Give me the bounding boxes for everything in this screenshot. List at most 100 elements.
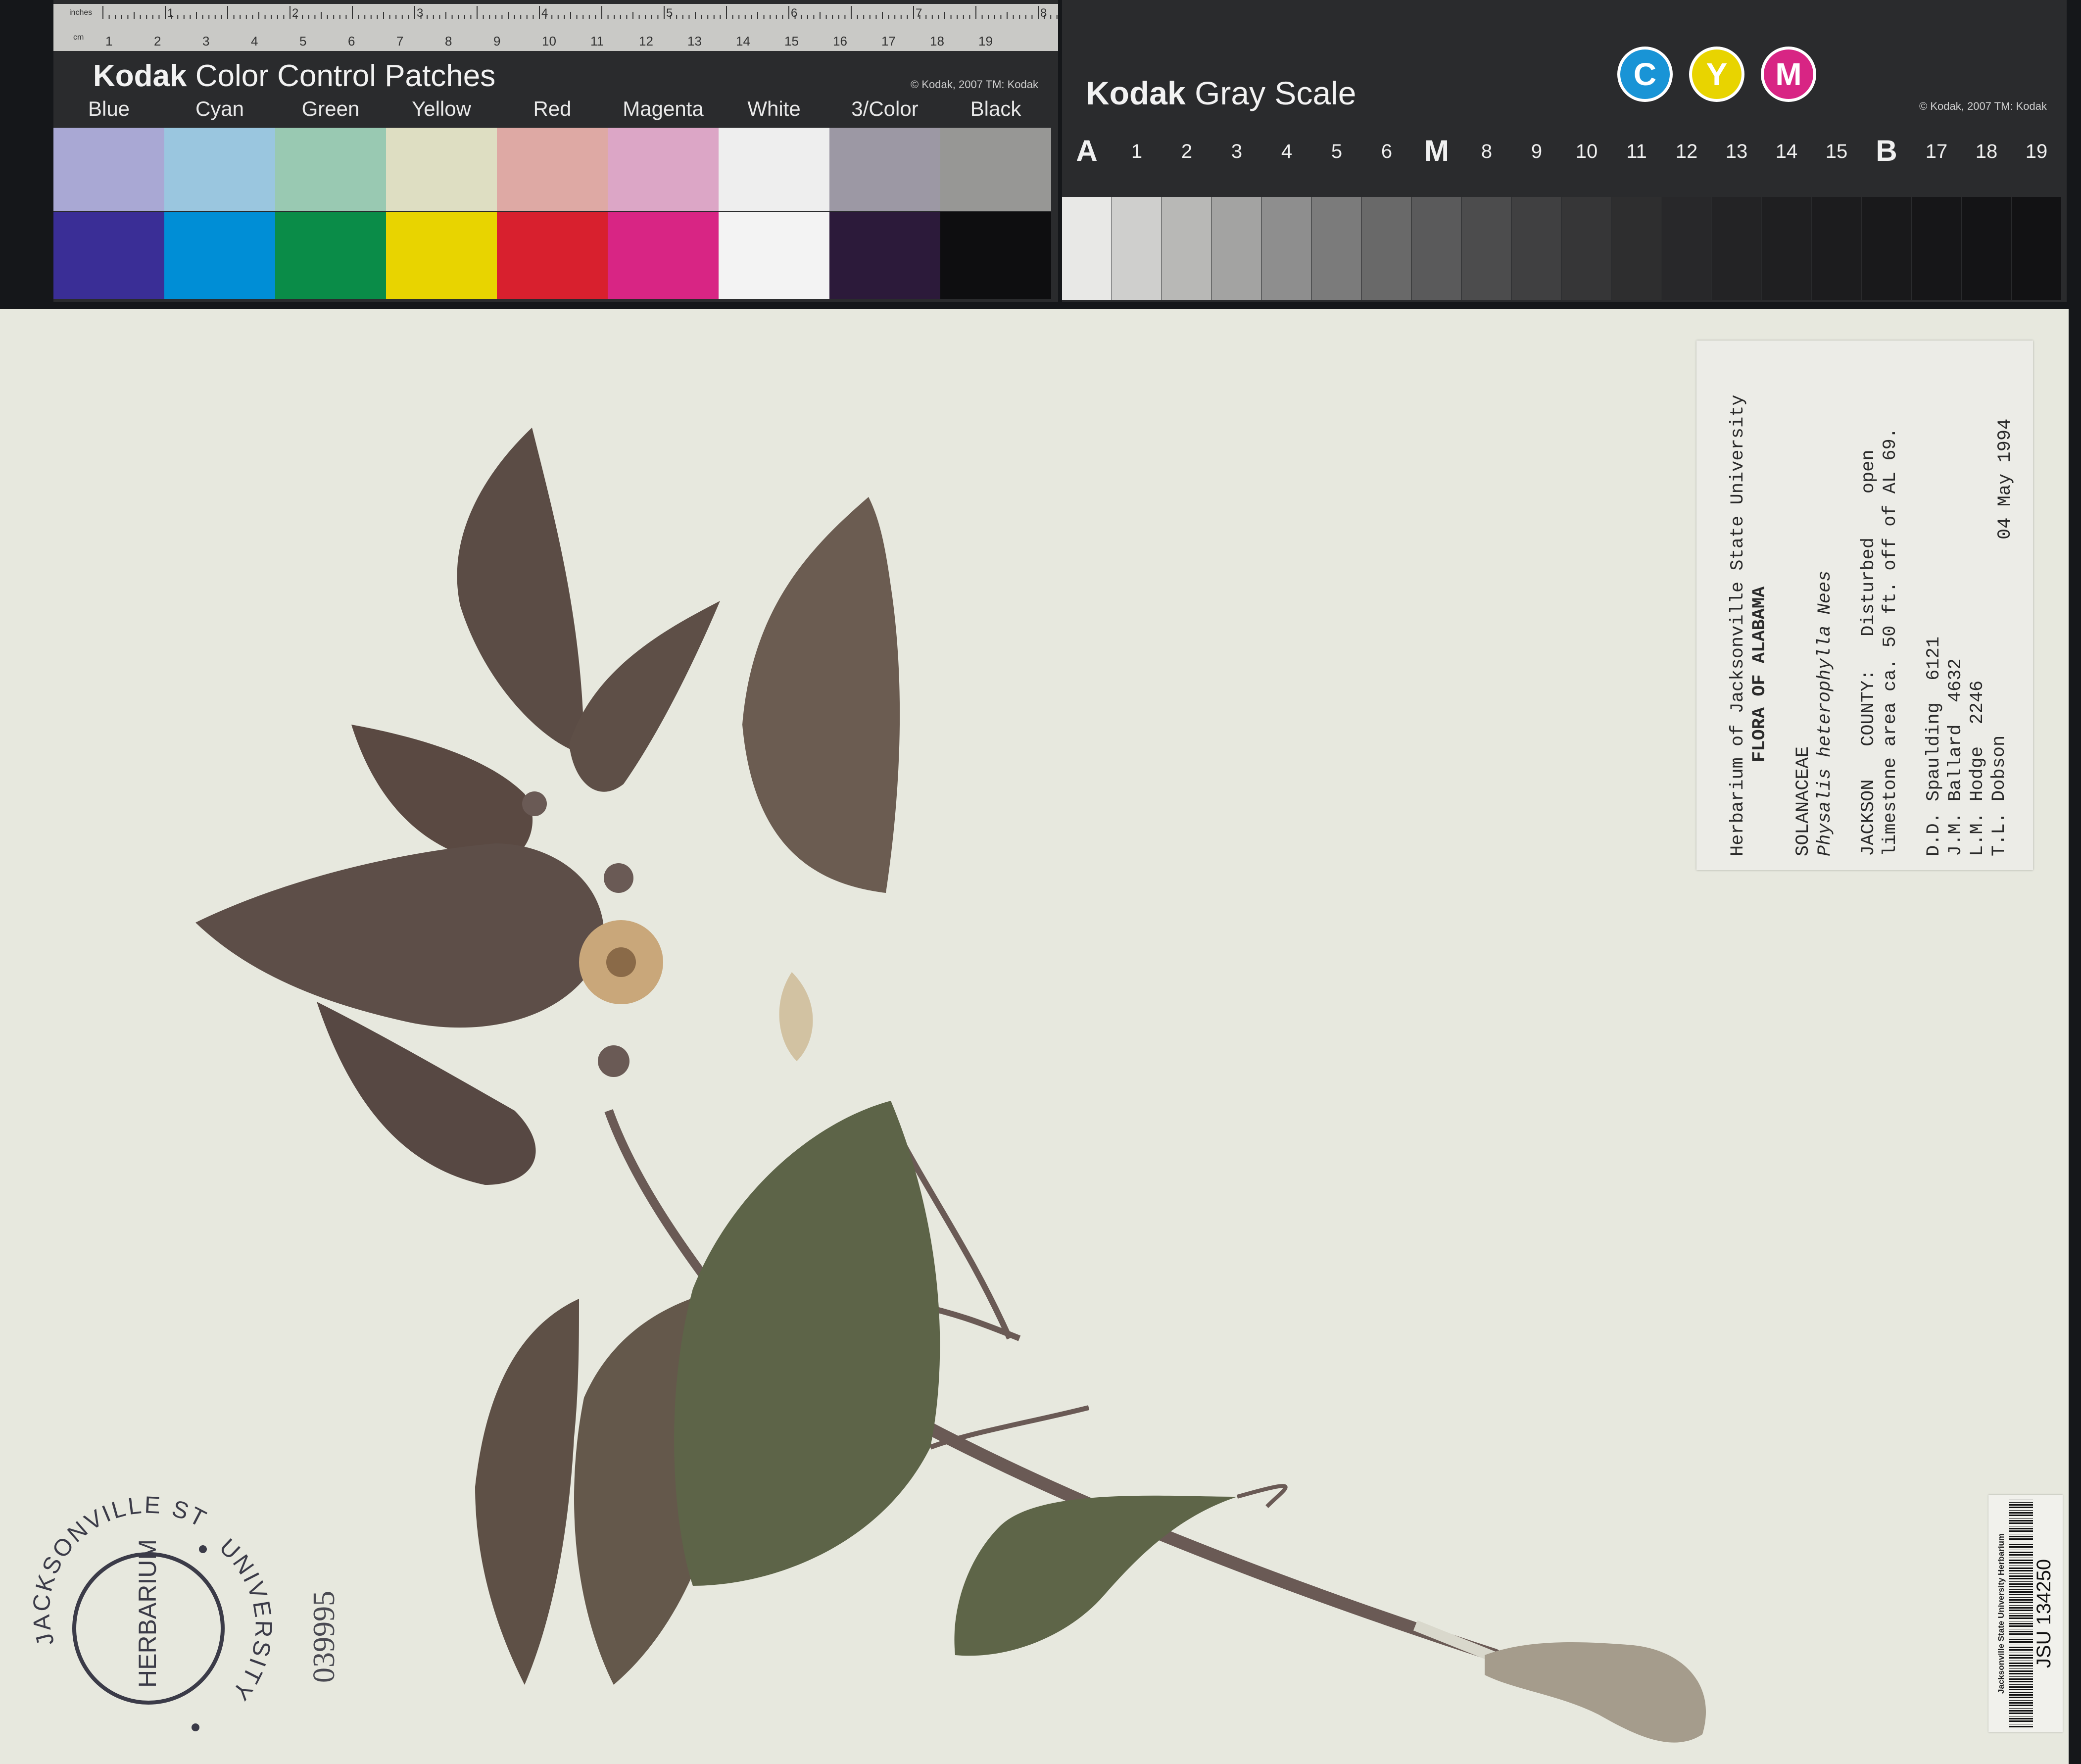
color-patch xyxy=(164,212,275,299)
ruler-cm-label: 6 xyxy=(348,34,355,49)
leaf xyxy=(954,1495,1237,1656)
color-card-copyright: © Kodak, 2007 TM: Kodak xyxy=(911,78,1038,91)
gray-step xyxy=(1662,197,1711,300)
collector-1: D.D. Spaulding 6121 xyxy=(1924,636,1944,856)
gray-step xyxy=(1162,197,1211,300)
kodak-logo: Kodak xyxy=(1086,75,1186,111)
gray-step xyxy=(1412,197,1461,300)
ruler-inch-label: 2 xyxy=(292,6,298,20)
cym-marker: M xyxy=(1764,49,1813,99)
collector-3: L.M. Hodge 2246 xyxy=(1967,680,1988,856)
gray-step-label: 10 xyxy=(1575,141,1598,162)
gray-step xyxy=(1462,197,1511,300)
calyx xyxy=(779,972,813,1061)
herbarium-name: Herbarium of Jacksonville State Universi… xyxy=(1728,394,1748,856)
ruler-cm-label: 4 xyxy=(251,34,258,49)
color-patch xyxy=(275,212,386,299)
patch-label: Red xyxy=(533,97,572,120)
ruler-cm-label: 19 xyxy=(978,34,993,49)
gray-step-label: 19 xyxy=(2025,141,2048,162)
gray-step-label: 14 xyxy=(1775,141,1798,162)
gray-step xyxy=(1062,197,1112,300)
gray-card-title-text: Gray Scale xyxy=(1195,75,1356,111)
color-card-title-text: Color Control Patches xyxy=(195,59,496,93)
ruler-cm-label: 15 xyxy=(784,34,799,49)
ruler-cm-label: 11 xyxy=(590,34,604,49)
ruler-cm-label: 9 xyxy=(493,34,500,49)
patch-label: Black xyxy=(970,97,1021,120)
gray-step xyxy=(1862,197,1911,300)
locality-line-2: limestone area ca. 50 ft. off of AL 69. xyxy=(1880,428,1901,856)
gray-step-label: 11 xyxy=(1626,141,1647,162)
gray-step-label: 18 xyxy=(1975,141,1998,162)
cym-marker: Y xyxy=(1692,49,1742,99)
gray-step xyxy=(1812,197,1861,300)
leaf xyxy=(742,497,900,893)
ruler-cm-label: 3 xyxy=(202,34,209,49)
ruler-inches-label: inches xyxy=(69,8,92,17)
svg-text:JACKSONVILLE STATE: JACKSONVILLE STATE xyxy=(20,1495,210,1649)
gray-step xyxy=(1962,197,2011,300)
color-patch xyxy=(829,128,940,211)
leaf xyxy=(457,428,584,754)
cym-marker: C xyxy=(1620,49,1670,99)
accession-number: 039995 xyxy=(307,1591,341,1683)
ruler-inch-label: 3 xyxy=(417,6,423,20)
gray-step xyxy=(1262,197,1311,300)
color-patch xyxy=(53,128,164,211)
color-patch xyxy=(164,128,275,211)
gray-step xyxy=(1762,197,1811,300)
gray-step xyxy=(1312,197,1361,300)
leaf xyxy=(475,1299,579,1685)
kodak-logo: Kodak xyxy=(93,59,187,93)
color-patch xyxy=(608,128,719,211)
color-patch xyxy=(608,212,719,299)
herbarium-stamp: JACKSONVILLE STATE UNIVERSITY HERBARIUM xyxy=(20,1495,275,1731)
color-patch xyxy=(829,212,940,299)
gray-step-label: 3 xyxy=(1231,141,1243,162)
root-mass xyxy=(1485,1642,1706,1743)
locality-line-1: JACKSON COUNTY: Disturbed open xyxy=(1858,449,1879,856)
gray-step xyxy=(1212,197,1261,300)
branch xyxy=(1236,1484,1288,1508)
gray-step-label: 4 xyxy=(1281,141,1293,162)
barcode-bars xyxy=(2009,1500,2033,1727)
flower-center xyxy=(606,947,636,977)
gray-step-label: 9 xyxy=(1531,141,1543,162)
patch-label: 3/Color xyxy=(851,97,919,120)
branch xyxy=(929,1405,1090,1450)
gray-step-label: 1 xyxy=(1131,141,1143,162)
collection-date: 04 May 1994 xyxy=(1995,418,2016,539)
color-patch xyxy=(719,128,829,211)
stamp-dot xyxy=(199,1545,207,1553)
stamp-center-text: HERBARIUM xyxy=(134,1539,161,1688)
ruler-cm-label: 1 xyxy=(105,34,112,49)
gray-step-label: 13 xyxy=(1725,141,1748,162)
collector-2: J.M. Ballard 4632 xyxy=(1945,658,1966,856)
gray-step-label: 2 xyxy=(1181,141,1193,162)
gray-step xyxy=(1112,197,1161,300)
color-patch xyxy=(940,212,1051,299)
ruler-inch-label: 4 xyxy=(541,6,548,20)
color-patch xyxy=(53,212,164,299)
gray-step-label: 15 xyxy=(1825,141,1848,162)
gray-step-label: M xyxy=(1424,134,1449,167)
patch-label: Cyan xyxy=(195,97,244,120)
ruler-cm-label: 8 xyxy=(445,34,452,49)
ruler-inch-label: 1 xyxy=(167,6,174,20)
leaf xyxy=(674,1101,940,1586)
ruler-inch-label: 8 xyxy=(1040,6,1047,20)
gray-step xyxy=(2012,197,2061,300)
patch-label: White xyxy=(747,97,801,120)
gray-step-label: 12 xyxy=(1675,141,1698,162)
gray-step xyxy=(1512,197,1561,300)
ruler-cm-label: 10 xyxy=(542,34,556,49)
ruler-cm-label: 12 xyxy=(639,34,653,49)
ruler-cm-label: 13 xyxy=(687,34,702,49)
bud xyxy=(522,791,547,816)
ruler-inch-label: 5 xyxy=(666,6,673,20)
color-patch xyxy=(275,128,386,211)
color-patch xyxy=(386,128,497,211)
ruler-cm-label: 18 xyxy=(930,34,944,49)
leaf xyxy=(317,1002,536,1185)
